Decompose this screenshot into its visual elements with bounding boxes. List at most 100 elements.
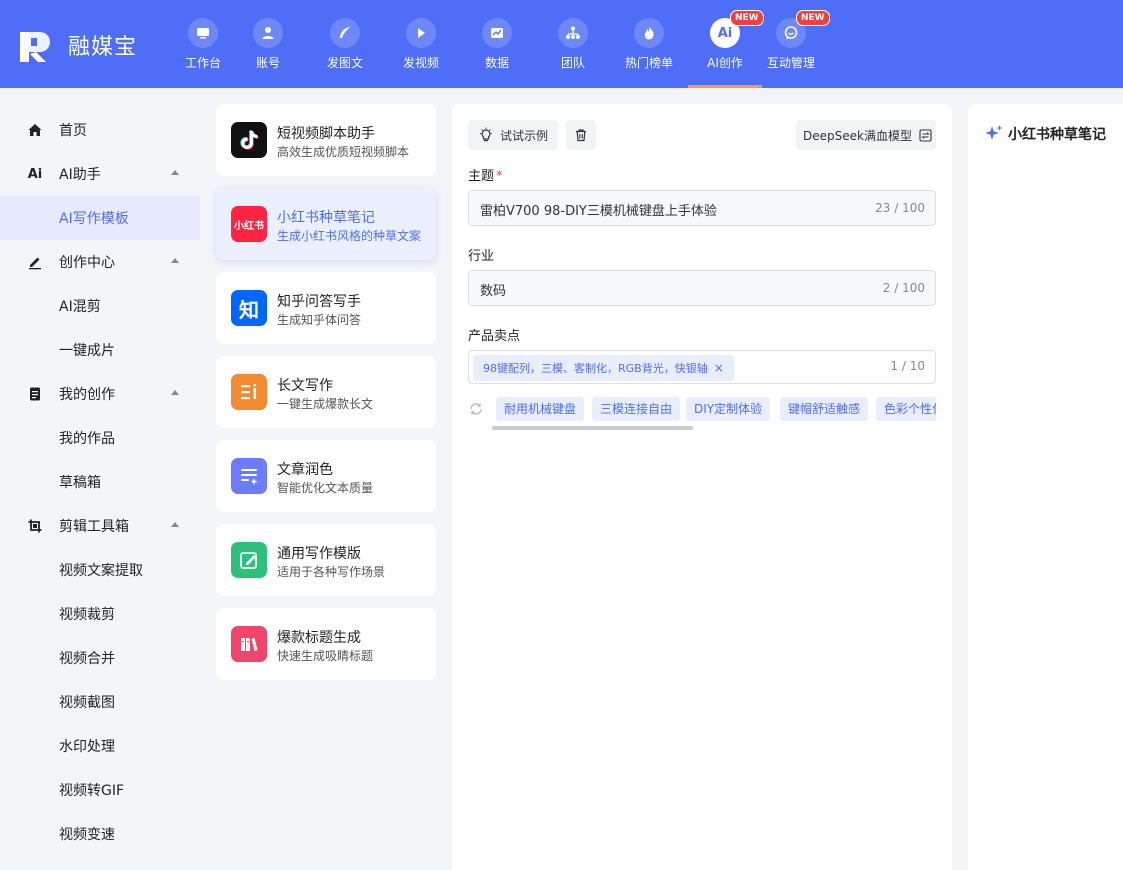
model-selector[interactable]: DeepSeek满血模型 <box>796 120 936 150</box>
sidebar-item-video-text-extract[interactable]: 视频文案提取 <box>0 548 200 592</box>
nav-item-interaction[interactable]: NEW 互动管理 <box>761 10 830 88</box>
nav-item-workbench[interactable]: 工作台 <box>173 18 233 88</box>
suggestion-chip[interactable]: 键帽舒适触感 <box>780 397 869 421</box>
topic-input[interactable]: 雷柏V700 98-DIY三模机械键盘上手体验 23 / 100 <box>468 190 936 226</box>
nav-label: 发图文 <box>326 56 363 70</box>
sidebar-group-editing-toolbox[interactable]: 剪辑工具箱 <box>0 504 200 548</box>
template-desc: 适用于各种写作场景 <box>277 565 386 579</box>
sidebar-item-drafts[interactable]: 草稿箱 <box>0 460 200 504</box>
selling-points-label: 产品卖点 <box>468 329 521 344</box>
lightbulb-icon <box>478 127 494 143</box>
sidebar-item-ai-mix[interactable]: AI混剪 <box>0 284 200 328</box>
template-card-polish[interactable]: 文章润色 智能优化文本质量 <box>216 440 436 512</box>
output-panel: 小红书种草笔记 <box>968 104 1123 870</box>
nav-label: 数据 <box>484 56 509 70</box>
required-mark: * <box>496 169 503 184</box>
edit-icon <box>231 542 267 578</box>
nav-item-hot-list[interactable]: 热门榜单 <box>619 18 679 88</box>
chart-icon <box>482 18 512 48</box>
template-card-zhihu-qa[interactable]: 知 知乎问答写手 生成知乎体问答 <box>216 272 436 344</box>
topic-label: 主题 * <box>468 165 503 184</box>
sidebar-group-creation-center[interactable]: 创作中心 <box>0 240 200 284</box>
sidebar-item-label: 草稿箱 <box>59 475 101 491</box>
template-title: 知乎问答写手 <box>277 294 361 310</box>
output-title: 小红书种草笔记 <box>1008 127 1106 143</box>
try-example-button[interactable]: 试试示例 <box>468 120 558 150</box>
output-header: 小红书种草笔记 <box>984 124 1106 144</box>
sidebar-item-label: 一键成片 <box>59 343 115 359</box>
brand-name: 融媒宝 <box>68 35 138 60</box>
nav-item-team[interactable]: 团队 <box>543 18 603 88</box>
user-icon <box>253 18 283 48</box>
model-label: DeepSeek满血模型 <box>803 128 912 143</box>
new-badge: NEW <box>730 10 764 26</box>
template-desc: 智能优化文本质量 <box>277 481 374 495</box>
nav-item-account[interactable]: 账号 <box>238 18 298 88</box>
sidebar-group-ai-assistant[interactable]: Ai AI助手 <box>0 152 200 196</box>
sidebar-item-video-to-gif[interactable]: 视频转GIF <box>0 768 200 812</box>
brand-logo-icon <box>18 26 56 64</box>
nav-label: 团队 <box>560 56 585 70</box>
template-title: 小红书种草笔记 <box>277 210 375 226</box>
sidebar-item-label: 创作中心 <box>59 255 115 271</box>
suggestion-chip[interactable]: 三模连接自由 <box>592 397 681 421</box>
sidebar-item-label: 视频截图 <box>59 695 115 711</box>
sidebar-item-one-click-video[interactable]: 一键成片 <box>0 328 200 372</box>
ai-text-icon: Ai <box>26 165 44 183</box>
template-title: 短视频脚本助手 <box>277 126 375 142</box>
sidebar-item-video-crop[interactable]: 视频裁剪 <box>0 592 200 636</box>
nav-item-data[interactable]: 数据 <box>467 18 527 88</box>
sidebar-item-label: AI写作模板 <box>59 211 129 227</box>
sidebar-group-my-creation[interactable]: 我的创作 <box>0 372 200 416</box>
close-icon[interactable]: × <box>714 361 724 375</box>
chevron-up-icon <box>171 170 179 175</box>
template-card-short-video-script[interactable]: 短视频脚本助手 高效生成优质短视频脚本 <box>216 104 436 176</box>
zhihu-icon: 知 <box>231 290 267 326</box>
sidebar-item-watermark[interactable]: 水印处理 <box>0 724 200 768</box>
sidebar-item-video-screenshot[interactable]: 视频截图 <box>0 680 200 724</box>
pencil-icon <box>26 253 44 271</box>
nav-item-ai-creation[interactable]: Ai NEW AI创作 <box>688 10 764 88</box>
ai-icon-text: Ai <box>717 25 733 41</box>
template-desc: 生成小红书风格的种草文案 <box>277 229 422 243</box>
chevron-up-icon <box>171 258 179 263</box>
template-title: 通用写作模版 <box>277 546 361 562</box>
sidebar-item-video-speed[interactable]: 视频变速 <box>0 812 200 856</box>
delete-button[interactable] <box>566 120 596 150</box>
nav-item-post-video[interactable]: 发视频 <box>391 18 451 88</box>
industry-input-value: 数码 <box>480 284 507 299</box>
topic-input-value: 雷柏V700 98-DIY三模机械键盘上手体验 <box>480 204 717 219</box>
chips-scrollbar[interactable] <box>492 426 693 430</box>
suggestion-chip[interactable]: DIY定制体验 <box>686 397 771 421</box>
template-desc: 高效生成优质短视频脚本 <box>277 145 410 159</box>
xiaohongshu-icon: 小红书 <box>231 206 267 242</box>
template-card-general-writing[interactable]: 通用写作模版 适用于各种写作场景 <box>216 524 436 596</box>
template-card-xiaohongshu-note[interactable]: 小红书 小红书种草笔记 生成小红书风格的种草文案 <box>216 188 436 260</box>
topic-char-count: 23 / 100 <box>875 201 925 215</box>
zhihu-icon-text: 知 <box>239 297 259 322</box>
brand-logo[interactable]: 融媒宝 <box>18 26 137 64</box>
nav-label: 互动管理 <box>766 56 815 70</box>
sidebar-item-label: 视频文案提取 <box>59 563 143 579</box>
org-icon <box>558 18 588 48</box>
sidebar-item-home[interactable]: 首页 <box>0 108 200 152</box>
suggestion-chips: 耐用机械键盘 三模连接自由 DIY定制体验 键帽舒适触感 色彩个性化 <box>468 396 936 436</box>
doc-icon <box>26 385 44 403</box>
industry-input[interactable]: 数码 2 / 100 <box>468 270 936 306</box>
refresh-icon[interactable] <box>468 401 484 417</box>
suggestion-chip[interactable]: 色彩个性化 <box>876 397 936 421</box>
selling-points-input[interactable]: 98键配列，三模、客制化，RGB背光，快银轴 × 1 / 10 <box>468 350 936 384</box>
template-card-long-text[interactable]: 长文写作 一键生成爆款长文 <box>216 356 436 428</box>
sidebar-item-my-works[interactable]: 我的作品 <box>0 416 200 460</box>
sidebar-item-ai-writing-template[interactable]: AI写作模板 <box>0 196 200 240</box>
template-card-headline[interactable]: 爆款标题生成 快速生成吸睛标题 <box>216 608 436 680</box>
tiktok-icon <box>231 122 267 158</box>
suggestion-chip[interactable]: 耐用机械键盘 <box>496 397 585 421</box>
industry-label: 行业 <box>468 249 495 264</box>
sidebar-item-video-merge[interactable]: 视频合并 <box>0 636 200 680</box>
feather-icon <box>330 18 360 48</box>
sidebar-item-label: 我的创作 <box>59 387 115 403</box>
monitor-icon <box>188 18 218 48</box>
nav-item-post-image[interactable]: 发图文 <box>315 18 375 88</box>
chevron-up-icon <box>171 522 179 527</box>
